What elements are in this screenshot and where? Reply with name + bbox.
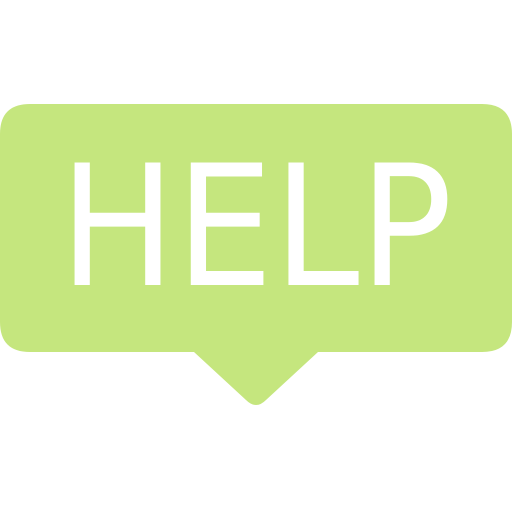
help-label: HELP [59,129,453,325]
help-icon-canvas: HELP [0,0,512,512]
